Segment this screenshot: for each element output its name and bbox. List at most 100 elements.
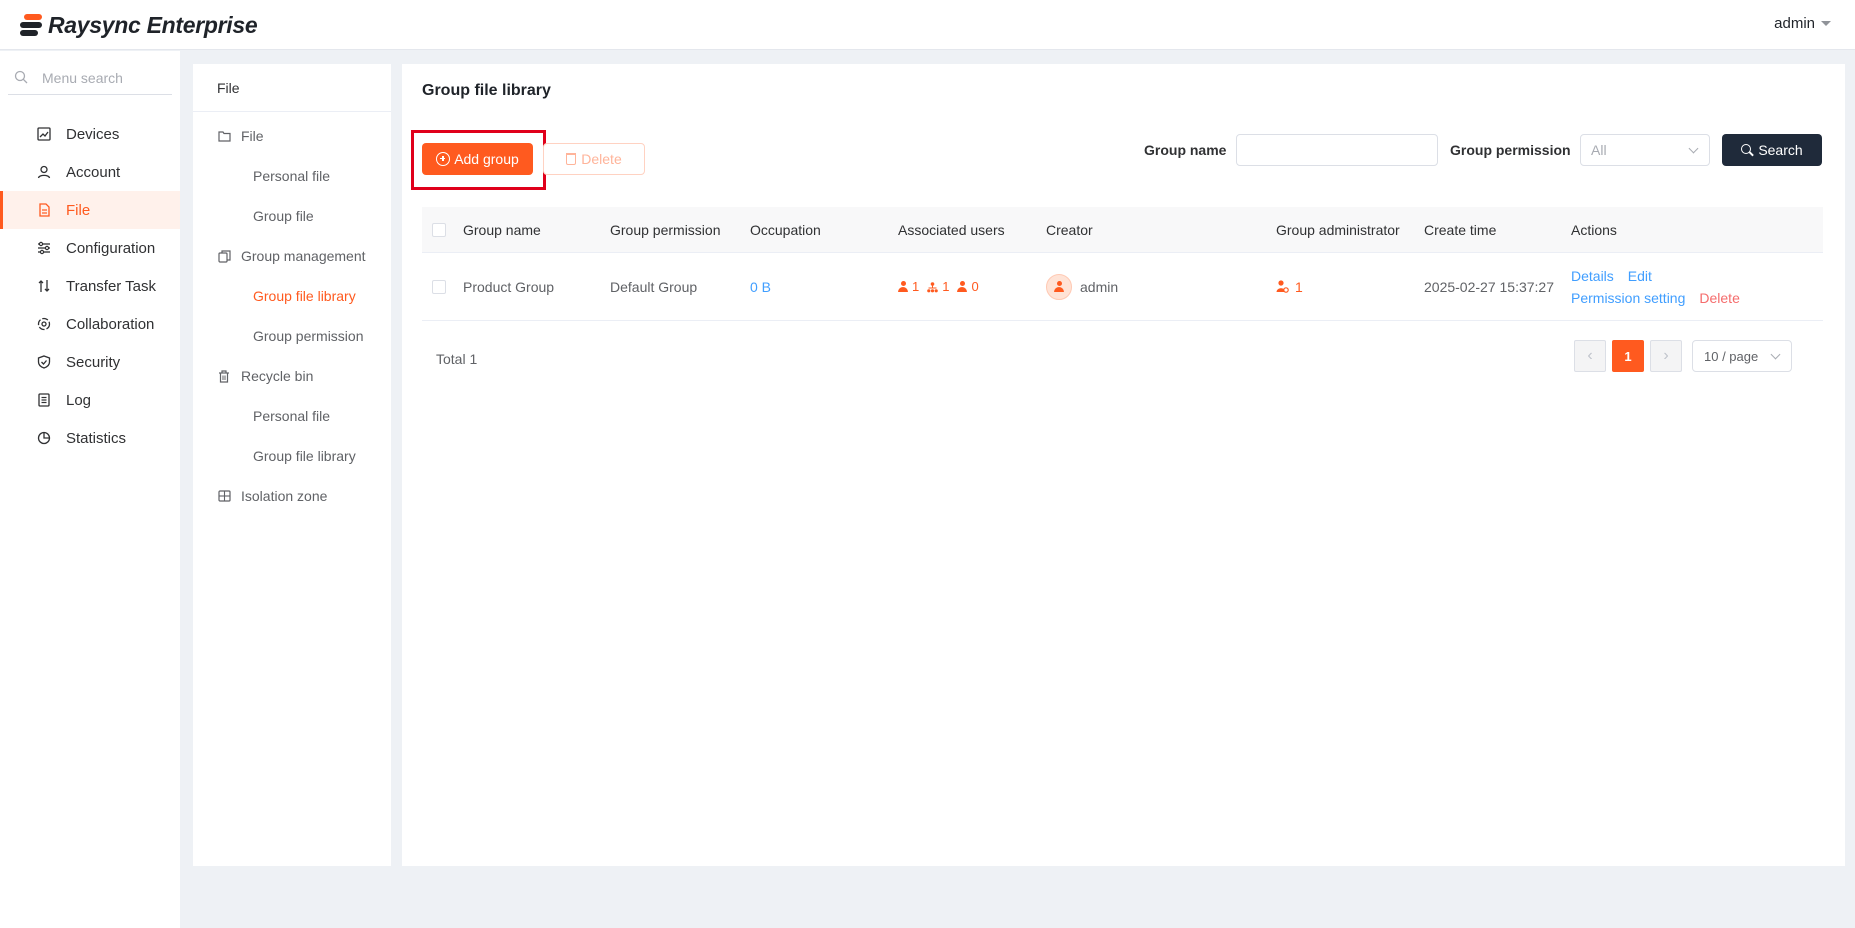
prev-page-button[interactable]: ‹: [1574, 340, 1606, 372]
group-permission-label: Group permission: [1450, 142, 1571, 158]
sidebar-item-devices[interactable]: Devices: [0, 115, 180, 153]
row-actions: Details Edit Permission setting Delete: [1571, 265, 1791, 309]
group-name-input[interactable]: [1236, 134, 1438, 166]
shield-icon: [36, 354, 52, 370]
user-icon: [898, 281, 908, 292]
page-number-current[interactable]: 1: [1612, 340, 1644, 372]
subnav-item-group-permission[interactable]: Group permission: [193, 316, 391, 356]
sidebar-item-label: File: [66, 201, 91, 219]
permission-setting-link[interactable]: Permission setting: [1571, 287, 1685, 309]
subnav-item-personal-file[interactable]: Personal file: [193, 156, 391, 196]
trash-icon: [217, 369, 231, 383]
creator-name: admin: [1080, 278, 1119, 295]
column-header: Group permission: [610, 221, 721, 238]
sidebar-item-account[interactable]: Account: [0, 153, 180, 191]
sidebar-item-collaboration[interactable]: Collaboration: [0, 305, 180, 343]
group-permission-value: All: [1591, 142, 1607, 158]
subnav-group-recycle-bin[interactable]: Recycle bin: [193, 356, 391, 396]
sliders-icon: [36, 240, 52, 256]
column-header: Creator: [1046, 221, 1093, 238]
sidebar-item-statistics[interactable]: Statistics: [0, 419, 180, 457]
top-bar: Raysync Enterprise admin: [0, 0, 1855, 50]
username: admin: [1774, 15, 1815, 32]
column-header: Actions: [1571, 221, 1617, 238]
page-size-value: 10 / page: [1704, 348, 1759, 364]
app-name: Raysync Enterprise: [48, 11, 258, 38]
sidebar-item-label: Configuration: [66, 239, 156, 257]
edit-link[interactable]: Edit: [1628, 265, 1652, 287]
collaboration-icon: [36, 316, 52, 332]
add-circle-icon: [436, 152, 451, 166]
user-icon: [1054, 281, 1064, 292]
subnav-item-group-file[interactable]: Group file: [193, 196, 391, 236]
isolation-icon: [217, 489, 231, 503]
user-icon: [36, 164, 52, 180]
log-list-icon: [36, 392, 52, 408]
delete-button[interactable]: Delete: [543, 143, 645, 175]
details-link[interactable]: Details: [1571, 265, 1614, 287]
sidebar: Devices Account File Configuration Trans…: [0, 51, 180, 928]
subnav-group-label: Group management: [241, 248, 366, 264]
trash-icon: [566, 153, 577, 165]
pagination: ‹ 1 › 10 / page: [1574, 340, 1792, 372]
group-administrator[interactable]: 1: [1276, 279, 1424, 295]
row-checkbox[interactable]: [432, 279, 446, 294]
sidebar-item-label: Security: [66, 353, 121, 371]
document-icon: [36, 202, 52, 218]
subnav-group-isolation-zone[interactable]: Isolation zone: [193, 476, 391, 516]
sidebar-item-transfer-task[interactable]: Transfer Task: [0, 267, 180, 305]
group-admin-count: 1: [1295, 278, 1303, 295]
subnav-item-recycle-personal-file[interactable]: Personal file: [193, 396, 391, 436]
creator: admin: [1046, 273, 1276, 300]
subnav-group-label: File: [241, 128, 264, 144]
column-header: Associated users: [898, 221, 1005, 238]
associated-groups-count: 0: [971, 279, 979, 294]
subnav-group-group-management[interactable]: Group management: [193, 236, 391, 276]
select-all-checkbox[interactable]: [432, 222, 446, 237]
subnav-group-label: Isolation zone: [241, 488, 328, 504]
search-button[interactable]: Search: [1722, 134, 1822, 166]
sidebar-item-label: Collaboration: [66, 315, 155, 333]
subnav-item-recycle-group-file-library[interactable]: Group file library: [193, 436, 391, 476]
column-header: Occupation: [750, 221, 821, 238]
delete-label: Delete: [581, 151, 622, 167]
sidebar-item-label: Transfer Task: [66, 277, 157, 295]
subnav-item-group-file-library[interactable]: Group file library: [193, 276, 391, 316]
delete-link[interactable]: Delete: [1699, 287, 1739, 309]
pie-chart-icon: [36, 430, 52, 446]
table-header: Group name Group permission Occupation A…: [422, 207, 1823, 253]
user-menu[interactable]: admin: [1774, 15, 1831, 32]
group-name-label: Group name: [1144, 142, 1227, 158]
add-group-label: Add group: [454, 151, 519, 167]
associated-users[interactable]: 1 1 0: [898, 279, 1046, 294]
chevron-down-icon: [1770, 349, 1781, 360]
subnav-group-label: Recycle bin: [241, 368, 314, 384]
search-icon: [14, 70, 30, 86]
sidebar-item-file[interactable]: File: [0, 191, 180, 229]
caret-down-icon: [1821, 21, 1831, 26]
raysync-logo-icon: [20, 14, 42, 36]
menu-search-input[interactable]: [42, 69, 172, 86]
group-permission-select[interactable]: All: [1580, 134, 1710, 166]
next-page-button[interactable]: ›: [1650, 340, 1682, 372]
app-logo[interactable]: Raysync Enterprise: [20, 10, 258, 40]
associated-departments-count: 1: [942, 279, 950, 294]
department-icon: [927, 281, 939, 293]
group-permission-cell: Default Group: [610, 278, 698, 295]
column-header: Create time: [1424, 221, 1497, 238]
associated-users-count: 1: [912, 279, 920, 294]
group-table: Group name Group permission Occupation A…: [422, 207, 1823, 321]
sidebar-item-security[interactable]: Security: [0, 343, 180, 381]
create-time-cell: 2025-02-27 15:37:27: [1424, 278, 1554, 295]
table-row: Product Group Default Group 0 B 1 1 0 ad…: [422, 253, 1823, 321]
occupation-link[interactable]: 0 B: [750, 279, 898, 295]
add-group-button[interactable]: Add group: [422, 143, 533, 175]
page-size-select[interactable]: 10 / page: [1692, 340, 1792, 372]
menu-search[interactable]: [8, 61, 172, 95]
subnav-group-file[interactable]: File: [193, 116, 391, 156]
sidebar-item-log[interactable]: Log: [0, 381, 180, 419]
folder-icon: [217, 129, 231, 143]
sidebar-item-configuration[interactable]: Configuration: [0, 229, 180, 267]
column-header: Group administrator: [1276, 221, 1400, 238]
search-label: Search: [1758, 142, 1803, 158]
